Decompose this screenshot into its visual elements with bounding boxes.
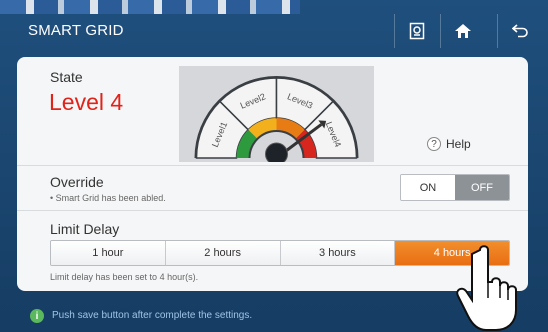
delay-option-4-hours[interactable]: 4 hours (395, 241, 509, 265)
override-off-button[interactable]: OFF (455, 175, 509, 200)
override-label: Override (50, 174, 104, 190)
back-arrow-icon (511, 24, 528, 38)
title-bar: SMART GRID (0, 14, 548, 48)
status-bar: i Push save button after complete the se… (0, 302, 548, 332)
settings-button[interactable] (394, 14, 438, 48)
home-button[interactable] (440, 14, 484, 48)
limit-delay-selector: 1 hour 2 hours 3 hours 4 hours (50, 240, 510, 266)
back-button[interactable] (497, 14, 541, 48)
home-icon (454, 24, 471, 38)
app-window: SMART GRID State Level 4 Level1 Level2 L… (0, 0, 548, 332)
delay-option-3-hours[interactable]: 3 hours (280, 241, 396, 265)
state-value: Level 4 (49, 89, 124, 115)
page-title: SMART GRID (28, 22, 124, 39)
help-link[interactable]: ? Help (427, 137, 471, 151)
gauge-hub (265, 142, 288, 166)
level-gauge: Level1 Level2 Level3 Level4 (179, 66, 374, 166)
override-section: Override • Smart Grid has been abled. ON… (17, 166, 528, 211)
override-toggle[interactable]: ON OFF (400, 174, 510, 201)
info-icon: i (30, 309, 44, 323)
limit-delay-section: Limit Delay 1 hour 2 hours 3 hours 4 hou… (17, 211, 528, 291)
state-label: State (50, 69, 83, 85)
state-section: State Level 4 Level1 Level2 Level3 Level4 ?… (17, 57, 528, 166)
settings-panel: State Level 4 Level1 Level2 Level3 Level4 ?… (17, 57, 528, 291)
limit-delay-label: Limit Delay (50, 221, 120, 237)
delay-option-1-hour[interactable]: 1 hour (51, 241, 166, 265)
status-message: Push save button after complete the sett… (52, 310, 253, 321)
document-settings-icon (409, 22, 424, 40)
help-icon: ? (427, 137, 441, 151)
override-on-button[interactable]: ON (401, 175, 455, 200)
delay-option-2-hours[interactable]: 2 hours (165, 241, 281, 265)
help-label: Help (446, 137, 471, 151)
top-strip (0, 0, 300, 14)
save-button[interactable]: S (470, 309, 477, 321)
gauge-graphic: Level1Level2 Level3Level4 (194, 76, 359, 166)
limit-delay-subtext: Limit delay has been set to 4 hour(s). (50, 272, 199, 282)
override-subtext: • Smart Grid has been abled. (50, 193, 166, 203)
